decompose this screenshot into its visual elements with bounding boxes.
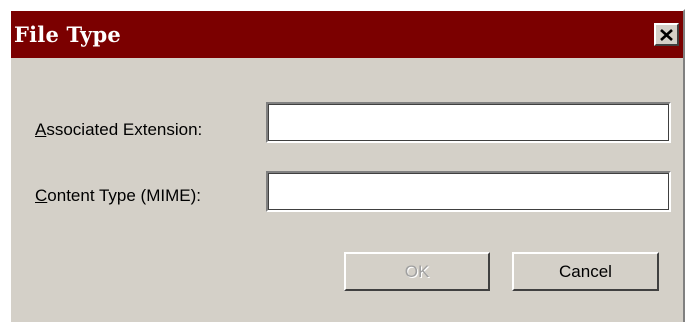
content-type-label-accel: C xyxy=(35,186,48,205)
associated-extension-label-text: ssociated Extension: xyxy=(46,120,203,139)
cancel-button-label: Cancel xyxy=(559,261,612,281)
associated-extension-input[interactable] xyxy=(266,102,671,143)
ok-button[interactable]: OK xyxy=(344,252,490,291)
window-title: File Type xyxy=(14,22,121,47)
content-type-label: Content Type (MIME): xyxy=(35,186,201,206)
content-type-input[interactable] xyxy=(266,171,671,212)
content-type-label-text: ontent Type (MIME): xyxy=(47,186,201,205)
file-type-dialog: File Type Associated Extension: Content … xyxy=(9,9,685,322)
cancel-button[interactable]: Cancel xyxy=(512,252,659,291)
title-bar[interactable]: File Type xyxy=(11,11,683,58)
associated-extension-label-accel: A xyxy=(35,120,47,139)
associated-extension-label: Associated Extension: xyxy=(35,120,202,140)
ok-button-label: OK xyxy=(404,261,430,281)
close-button[interactable] xyxy=(654,23,679,46)
close-icon xyxy=(660,28,673,41)
